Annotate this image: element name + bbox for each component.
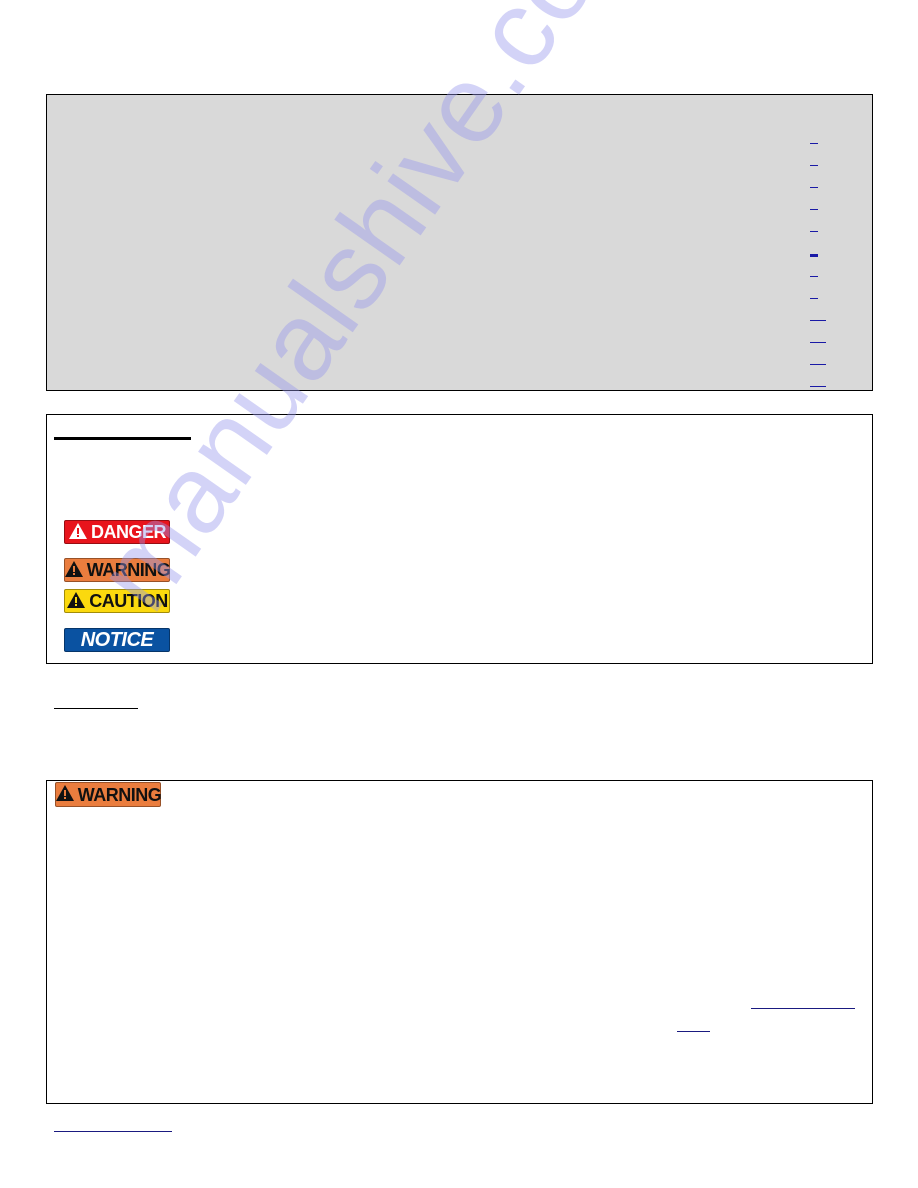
toc-page-link[interactable]	[810, 165, 818, 166]
warning-sign: WARNING	[64, 558, 171, 582]
warning-panel	[46, 780, 873, 1104]
warning-triangle-icon	[68, 522, 88, 543]
toc-page-link[interactable]	[810, 364, 826, 365]
section-heading-underline	[54, 708, 138, 709]
toc-page-link[interactable]	[810, 187, 818, 188]
footer-link[interactable]	[54, 1131, 172, 1132]
warning-triangle-icon	[64, 560, 84, 581]
caution-sign-label: CAUTION	[89, 591, 168, 611]
notice-sign-label: NOTICE	[80, 629, 154, 651]
toc-page-link[interactable]	[810, 320, 826, 321]
notice-sign: NOTICE	[64, 628, 170, 652]
toc-page-link[interactable]	[810, 254, 818, 257]
danger-sign: DANGER	[64, 520, 170, 544]
warning-link-2[interactable]	[677, 1031, 710, 1032]
danger-sign-label: DANGER	[90, 522, 167, 542]
signal-words-heading-underline	[54, 437, 191, 440]
toc-page-link[interactable]	[810, 298, 818, 299]
toc-page-link[interactable]	[810, 342, 826, 343]
toc-page-link[interactable]	[810, 276, 818, 277]
warning-box-sign: WARNING	[55, 782, 162, 807]
toc-page-link[interactable]	[810, 143, 818, 144]
table-of-contents	[46, 94, 873, 391]
warning-triangle-icon	[55, 784, 75, 805]
warning-triangle-icon	[66, 591, 86, 612]
warning-box-sign-label: WARNING	[77, 784, 162, 805]
warning-sign-label: WARNING	[86, 560, 171, 580]
warning-link-1[interactable]	[751, 1008, 855, 1009]
toc-page-link[interactable]	[810, 209, 818, 210]
signal-words-panel	[46, 414, 873, 664]
caution-sign: CAUTION	[64, 589, 170, 613]
toc-page-link[interactable]	[810, 231, 818, 232]
toc-page-link[interactable]	[810, 386, 826, 387]
